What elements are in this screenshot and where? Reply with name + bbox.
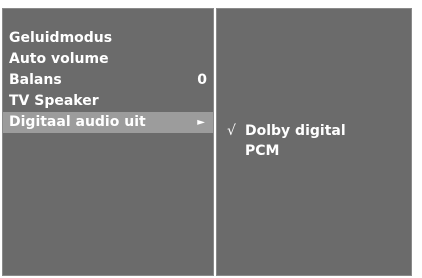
digital-audio-options-list: √ Dolby digital PCM xyxy=(227,121,346,161)
menu-item-label: Geluidmodus xyxy=(9,30,113,46)
submenu-panel: √ Dolby digital PCM xyxy=(216,8,412,276)
menu-item-tv-speaker[interactable]: TV Speaker xyxy=(3,91,213,112)
menu-item-digitaal-audio-uit[interactable]: Digitaal audio uit ► xyxy=(3,112,213,133)
tv-audio-menu-screen: Geluidmodus Auto volume Balans 0 TV Spea… xyxy=(0,0,422,278)
menu-item-geluidmodus[interactable]: Geluidmodus xyxy=(3,28,213,49)
menu-item-auto-volume[interactable]: Auto volume xyxy=(3,49,213,70)
menu-item-balans[interactable]: Balans 0 xyxy=(3,70,213,91)
option-pcm[interactable]: PCM xyxy=(227,141,346,161)
menu-item-label: TV Speaker xyxy=(9,93,99,109)
audio-menu-list: Geluidmodus Auto volume Balans 0 TV Spea… xyxy=(3,28,213,133)
option-label: PCM xyxy=(245,143,280,159)
option-dolby-digital[interactable]: √ Dolby digital xyxy=(227,121,346,141)
balans-value: 0 xyxy=(197,72,207,88)
menu-item-label: Auto volume xyxy=(9,51,109,67)
menu-item-label: Digitaal audio uit xyxy=(9,114,146,130)
checkmark-icon: √ xyxy=(227,123,236,139)
menu-item-label: Balans xyxy=(9,72,62,88)
audio-menu-panel: Geluidmodus Auto volume Balans 0 TV Spea… xyxy=(2,8,214,276)
option-label: Dolby digital xyxy=(245,123,346,139)
submenu-arrow-icon: ► xyxy=(197,117,205,128)
